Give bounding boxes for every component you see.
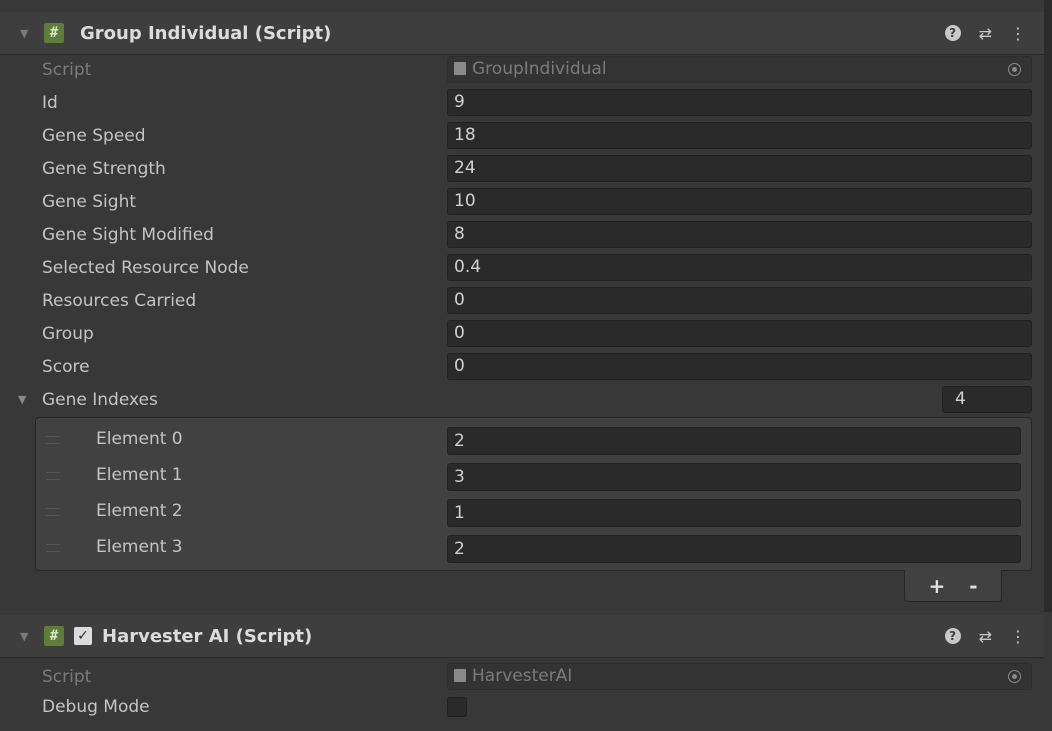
property-input[interactable]: 0.4 (447, 254, 1032, 281)
remove-element-button[interactable]: - (969, 574, 977, 598)
property-label: Score (42, 356, 90, 377)
drag-handle-icon[interactable] (46, 544, 60, 552)
script-label: Script (42, 666, 92, 687)
scrollbar[interactable] (1044, 0, 1052, 612)
property-row: Resources Carried 0 (0, 284, 1044, 317)
element-input[interactable]: 2 (447, 535, 1021, 563)
property-row: Debug Mode (0, 690, 1044, 723)
list-label: Gene Indexes (42, 389, 158, 410)
list-item: Element 2 1 (36, 494, 1031, 530)
list-footer: + - (904, 570, 1002, 602)
property-label: Gene Sight Modified (42, 224, 214, 245)
property-input[interactable]: 10 (447, 188, 1032, 215)
property-row: Gene Speed 18 (0, 119, 1044, 152)
script-label: Script (42, 59, 92, 80)
fold-arrow-icon[interactable]: ▼ (20, 630, 30, 643)
script-value: GroupIndividual (472, 59, 607, 79)
script-row: Script HarvesterAI (0, 660, 1044, 693)
property-row: Gene Strength 24 (0, 152, 1044, 185)
component-title: Harvester AI (Script) (102, 625, 313, 647)
property-label: Group (42, 323, 94, 344)
property-label: Gene Strength (42, 158, 166, 179)
property-label: Gene Sight (42, 191, 137, 212)
component-header-harvester-ai[interactable]: ▼ # ✓ Harvester AI (Script) ? ⇄ ⋮ (0, 615, 1044, 658)
property-row: Selected Resource Node 0.4 (0, 251, 1044, 284)
property-label: Selected Resource Node (42, 257, 249, 278)
element-label: Element 0 (96, 429, 183, 449)
csharp-script-icon: # (44, 626, 64, 646)
help-icon[interactable]: ? (944, 25, 961, 41)
property-row: Gene Sight Modified 8 (0, 218, 1044, 251)
property-input[interactable]: 8 (447, 221, 1032, 248)
property-label: Gene Speed (42, 125, 146, 146)
property-input[interactable]: 24 (447, 155, 1032, 182)
fold-arrow-icon[interactable]: ▼ (20, 27, 30, 40)
property-input[interactable]: 0 (447, 320, 1032, 347)
property-input[interactable]: 18 (447, 122, 1032, 149)
script-value: HarvesterAI (472, 666, 573, 686)
element-input[interactable]: 3 (447, 463, 1021, 491)
csharp-script-icon: # (44, 23, 64, 43)
script-asset-icon (454, 669, 466, 682)
gene-indexes-list: Element 0 2 Element 1 3 Element 2 1 Elem… (35, 417, 1032, 571)
add-element-button[interactable]: + (928, 574, 945, 598)
script-object-field[interactable]: HarvesterAI (447, 663, 1032, 690)
presets-icon[interactable]: ⇄ (979, 627, 992, 646)
list-size-input[interactable]: 4 (942, 386, 1032, 413)
list-item: Element 1 3 (36, 458, 1031, 494)
script-asset-icon (454, 62, 466, 75)
debug-mode-label: Debug Mode (42, 696, 150, 717)
script-row: Script GroupIndividual (0, 53, 1044, 86)
presets-icon[interactable]: ⇄ (979, 24, 992, 43)
object-picker-icon[interactable] (1008, 63, 1021, 76)
help-icon[interactable]: ? (944, 628, 961, 644)
property-input[interactable]: 9 (447, 89, 1032, 116)
component-header-group-individual[interactable]: ▼ # Group Individual (Script) ? ⇄ ⋮ (0, 12, 1044, 55)
kebab-menu-icon[interactable]: ⋮ (1010, 627, 1026, 646)
property-row: Score 0 (0, 350, 1044, 383)
drag-handle-icon[interactable] (46, 508, 60, 516)
property-input[interactable]: 0 (447, 287, 1032, 314)
property-row: Group 0 (0, 317, 1044, 350)
element-label: Element 2 (96, 501, 183, 521)
property-label: Resources Carried (42, 290, 197, 311)
element-input[interactable]: 1 (447, 499, 1021, 527)
element-label: Element 3 (96, 537, 183, 557)
property-row: Gene Sight 10 (0, 185, 1044, 218)
debug-mode-checkbox[interactable] (447, 697, 467, 717)
kebab-menu-icon[interactable]: ⋮ (1010, 24, 1026, 43)
property-label: Id (42, 92, 58, 113)
script-object-field[interactable]: GroupIndividual (447, 56, 1032, 83)
list-item: Element 3 2 (36, 530, 1031, 566)
object-picker-icon[interactable] (1008, 670, 1021, 683)
element-label: Element 1 (96, 465, 183, 485)
component-enabled-checkbox[interactable]: ✓ (74, 627, 92, 645)
component-title: Group Individual (Script) (80, 22, 332, 44)
drag-handle-icon[interactable] (46, 436, 60, 444)
list-item: Element 0 2 (36, 422, 1031, 458)
list-header-gene-indexes[interactable]: ▼ Gene Indexes 4 (0, 383, 1044, 416)
fold-arrow-icon[interactable]: ▼ (18, 393, 26, 406)
property-input[interactable]: 0 (447, 353, 1032, 380)
property-row: Id 9 (0, 86, 1044, 119)
element-input[interactable]: 2 (447, 427, 1021, 455)
drag-handle-icon[interactable] (46, 472, 60, 480)
